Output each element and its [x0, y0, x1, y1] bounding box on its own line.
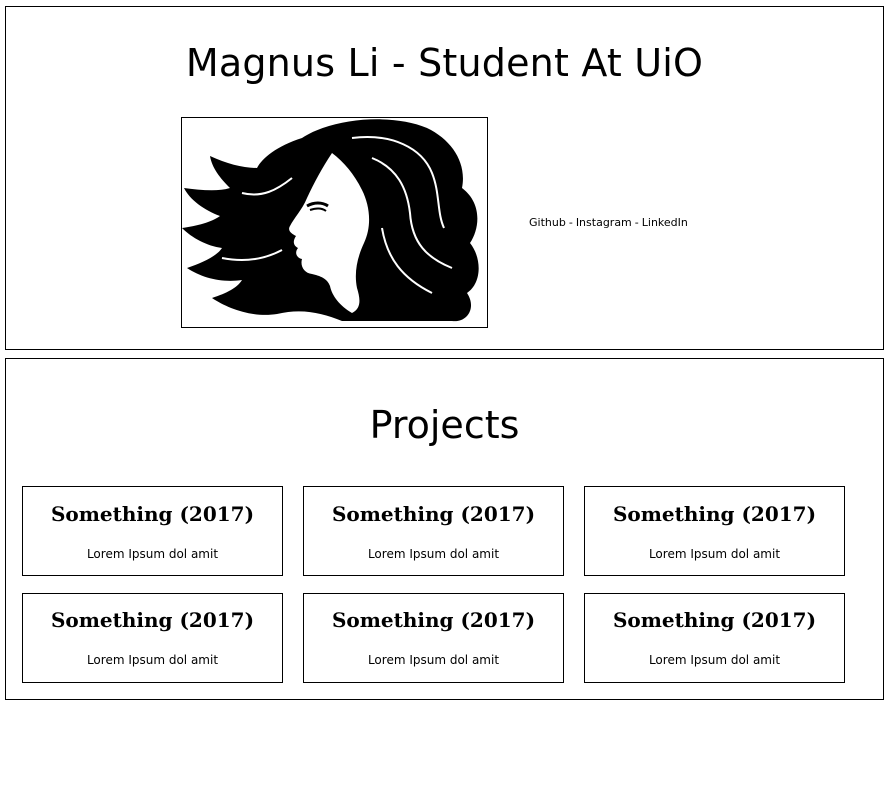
project-description: Lorem Ipsum dol amit	[648, 547, 781, 561]
page-title: Magnus Li - Student At UiO	[185, 41, 704, 85]
project-title: Something (2017)	[331, 502, 536, 526]
linkedin-link[interactable]: LinkedIn	[642, 216, 688, 229]
projects-section: Projects Something (2017) Lorem Ipsum do…	[5, 358, 884, 700]
project-card[interactable]: Something (2017) Lorem Ipsum dol amit	[303, 593, 564, 683]
woman-silhouette-icon	[182, 119, 479, 322]
project-description: Lorem Ipsum dol amit	[86, 653, 219, 667]
project-title: Something (2017)	[612, 502, 817, 526]
project-card[interactable]: Something (2017) Lorem Ipsum dol amit	[22, 486, 283, 576]
link-separator: -	[568, 216, 573, 229]
project-title: Something (2017)	[331, 608, 536, 632]
project-card[interactable]: Something (2017) Lorem Ipsum dol amit	[584, 486, 845, 576]
portrait-image	[181, 117, 488, 328]
social-links: Github - Instagram - LinkedIn	[529, 216, 688, 229]
projects-title: Projects	[369, 403, 520, 447]
github-link[interactable]: Github	[529, 216, 566, 229]
project-title: Something (2017)	[612, 608, 817, 632]
project-title: Something (2017)	[50, 608, 255, 632]
header-section: Magnus Li - Student At UiO Github - Instag…	[5, 6, 884, 350]
instagram-link[interactable]: Instagram	[576, 216, 632, 229]
project-title: Something (2017)	[50, 502, 255, 526]
project-description: Lorem Ipsum dol amit	[648, 653, 781, 667]
project-card[interactable]: Something (2017) Lorem Ipsum dol amit	[584, 593, 845, 683]
project-card[interactable]: Something (2017) Lorem Ipsum dol amit	[22, 593, 283, 683]
link-separator: -	[634, 216, 639, 229]
project-description: Lorem Ipsum dol amit	[367, 547, 500, 561]
project-card[interactable]: Something (2017) Lorem Ipsum dol amit	[303, 486, 564, 576]
project-description: Lorem Ipsum dol amit	[367, 653, 500, 667]
project-description: Lorem Ipsum dol amit	[86, 547, 219, 561]
